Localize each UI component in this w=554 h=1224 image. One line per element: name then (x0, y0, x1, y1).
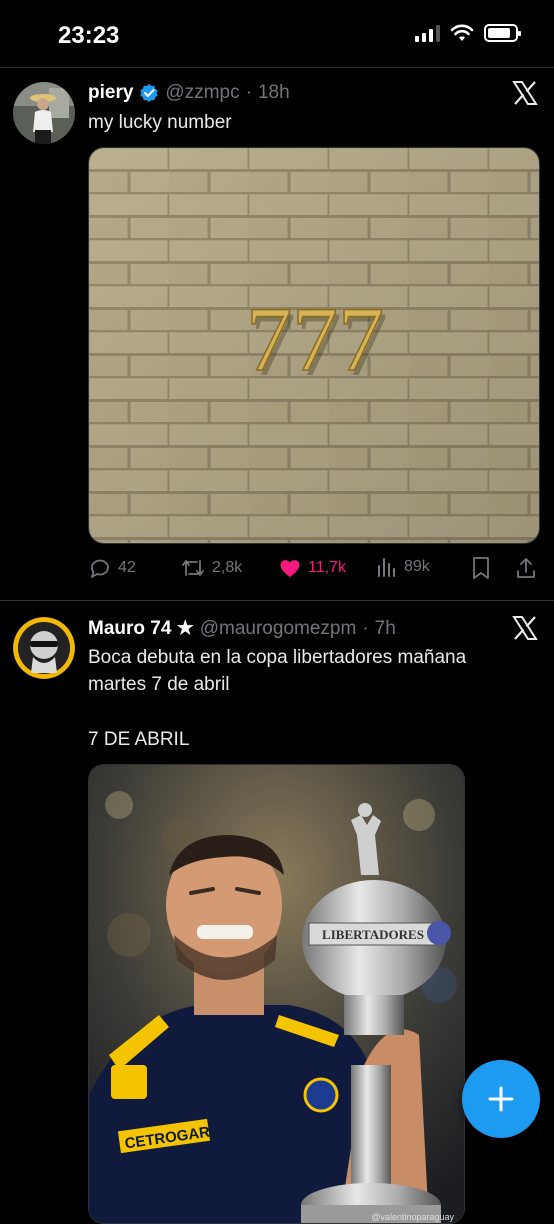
tweet[interactable]: piery @zzmpc · 18h my lucky number 777 7… (0, 68, 554, 600)
tweet-header: Mauro 74 ★ @maurogomezpm · 7h (88, 617, 396, 640)
player-trophy-photo: CETROGAR LIBERTADORES @valentinoparaguay (89, 765, 464, 1223)
image-watermark: @valentinoparaguay (371, 1212, 454, 1222)
reply-button[interactable]: 42 (88, 556, 136, 580)
views-count: 89k (404, 558, 430, 575)
avatar[interactable] (13, 617, 75, 679)
tweet-actions: 42 2,8k 11,7k 89k (88, 556, 540, 584)
share-icon[interactable] (514, 556, 538, 580)
like-count: 11,7k (308, 559, 346, 576)
house-number: 777 (246, 288, 384, 390)
bookmark-icon[interactable] (470, 556, 492, 580)
avatar[interactable] (13, 82, 75, 144)
tweet-image[interactable]: CETROGAR LIBERTADORES @valentinoparaguay (88, 764, 465, 1224)
author-handle[interactable]: @zzmpc (165, 82, 239, 104)
repost-count: 2,8k (212, 559, 243, 576)
x-logo-icon[interactable] (512, 615, 538, 641)
author-name[interactable]: piery (88, 82, 133, 104)
trophy-inscription: LIBERTADORES (322, 927, 424, 942)
dot-separator: · (362, 617, 369, 639)
views-button[interactable]: 89k (376, 556, 430, 578)
like-button[interactable]: 11,7k (278, 556, 346, 580)
tweet-text: my lucky number (88, 112, 232, 133)
repost-button[interactable]: 2,8k (180, 556, 242, 580)
wifi-icon (450, 24, 474, 41)
battery-icon (484, 24, 521, 42)
author-handle[interactable]: @maurogomezpm (200, 618, 357, 640)
compose-button[interactable] (462, 1060, 540, 1138)
author-name[interactable]: Mauro 74 ★ (88, 617, 194, 640)
brick-wall-photo: 777 777 (89, 148, 539, 543)
tweet-header: piery @zzmpc · 18h (88, 82, 290, 104)
verified-icon (140, 84, 159, 102)
reply-count: 42 (118, 559, 136, 576)
heart-icon (280, 560, 300, 577)
views-icon (378, 558, 395, 577)
repost-icon (182, 560, 204, 576)
tweet-time[interactable]: 18h (258, 82, 290, 104)
compose-icon (488, 1086, 514, 1112)
status-time: 23:23 (58, 22, 120, 49)
status-bar: 23:23 (0, 0, 554, 68)
tweet-image[interactable]: 777 777 (88, 147, 540, 544)
status-icons (415, 24, 521, 42)
tweet-text-line: 7 DE ABRIL (88, 729, 190, 750)
reply-icon (91, 559, 109, 578)
signal-icon (415, 24, 440, 42)
tweet-time[interactable]: 7h (375, 618, 396, 640)
x-logo-icon[interactable] (512, 80, 538, 106)
tweet-text: Boca debuta en la copa libertadores maña… (88, 647, 467, 695)
dot-separator: · (245, 82, 252, 103)
